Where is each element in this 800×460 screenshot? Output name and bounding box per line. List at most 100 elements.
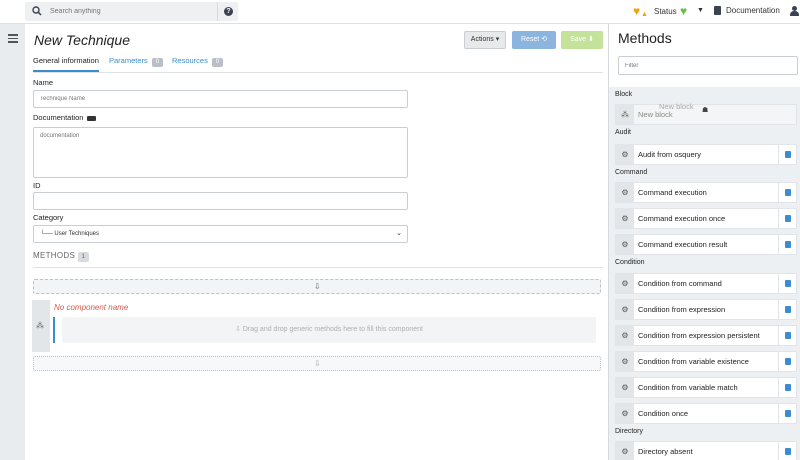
- dragging-label: New block: [659, 102, 694, 111]
- caret-down-icon: ▾: [495, 36, 500, 43]
- heart-ok-icon: ♥: [680, 4, 688, 18]
- id-input[interactable]: [33, 192, 408, 210]
- category-block: Block: [615, 91, 633, 98]
- gear-icon: ⚙: [616, 352, 634, 371]
- doc-icon[interactable]: [778, 300, 797, 319]
- tab-label: Parameters: [109, 56, 148, 65]
- doc-icon[interactable]: [778, 326, 797, 345]
- menu-icon[interactable]: [8, 34, 18, 43]
- search-input[interactable]: [50, 4, 215, 19]
- category-select[interactable]: └── User Techniques ⌄: [33, 225, 408, 243]
- documentation-label: Documentation: [726, 6, 780, 15]
- block-icon: ⁂: [36, 321, 44, 330]
- doc-icon[interactable]: [778, 274, 797, 293]
- method-name: Directory absent: [638, 447, 693, 456]
- methods-filter-input[interactable]: [618, 56, 798, 75]
- actions-button[interactable]: Actions ▾: [464, 31, 506, 49]
- method-name: Condition once: [638, 409, 689, 418]
- undo-icon: ⟲: [541, 36, 548, 43]
- doc-icon[interactable]: [778, 404, 797, 423]
- save-button[interactable]: Save ⬇: [561, 31, 603, 49]
- gear-icon: ⚙: [616, 183, 634, 202]
- markdown-icon: [87, 115, 97, 121]
- method-item[interactable]: ⚙ Command execution result: [615, 234, 797, 255]
- user-icon[interactable]: [790, 6, 799, 16]
- block-icon: ☗: [702, 107, 709, 114]
- method-item[interactable]: ⚙ Audit from osquery: [615, 144, 797, 165]
- methods-divider: [33, 267, 603, 268]
- category-directory: Directory: [615, 428, 644, 435]
- documentation-label-text: Documentation: [33, 113, 84, 122]
- left-rail: [0, 24, 25, 460]
- search-bar[interactable]: ?: [25, 2, 238, 21]
- method-name: Audit from osquery: [638, 150, 701, 159]
- help-icon[interactable]: ?: [224, 7, 233, 16]
- reset-button[interactable]: Reset ⟲: [512, 31, 556, 49]
- tabs-divider: [33, 72, 603, 73]
- top-bar: ? ♥ ▲ Status ♥ ▼ Documentation: [0, 0, 800, 24]
- methods-list[interactable]: Block ⁂ New block New block ☗ Audit ⚙ Aud…: [609, 87, 800, 460]
- method-item[interactable]: ⚙ Condition from variable match: [615, 377, 797, 398]
- methods-panel-title: Methods: [618, 30, 672, 46]
- doc-icon[interactable]: [778, 378, 797, 397]
- tab-count-badge: 0: [211, 58, 223, 67]
- method-dropzone-top[interactable]: ⇩: [33, 279, 601, 294]
- doc-icon[interactable]: [778, 235, 797, 254]
- method-name: Command execution: [638, 188, 707, 197]
- tab-general-information[interactable]: General information: [33, 56, 99, 72]
- method-name: Condition from expression persistent: [638, 331, 760, 340]
- actions-label: Actions: [470, 36, 494, 43]
- method-name: Command execution result: [638, 240, 728, 249]
- drop-icon: ⇩: [235, 326, 243, 333]
- gear-icon: ⚙: [616, 145, 634, 164]
- gear-icon: ⚙: [616, 300, 634, 319]
- method-name: Condition from expression: [638, 305, 726, 314]
- search-icon: [32, 6, 42, 16]
- method-item[interactable]: ⚙ Directory absent: [615, 441, 797, 460]
- method-item[interactable]: ⚙ Condition from expression persistent: [615, 325, 797, 346]
- gear-icon: ⚙: [616, 442, 634, 460]
- gear-icon: ⚙: [616, 326, 634, 345]
- gear-icon: ⚙: [616, 235, 634, 254]
- warning-icon: ▲: [641, 11, 648, 18]
- doc-icon[interactable]: [778, 209, 797, 228]
- methods-count-badge: 1: [78, 252, 90, 262]
- tab-resources[interactable]: Resources 0: [172, 56, 223, 72]
- documentation-textarea[interactable]: [33, 127, 408, 178]
- drop-icon: ⇩: [314, 282, 321, 291]
- technique-name-input[interactable]: [33, 90, 408, 108]
- method-item[interactable]: ⚙ Command execution: [615, 182, 797, 203]
- tab-label: General information: [33, 56, 99, 65]
- method-item[interactable]: ⚙ Condition from command: [615, 273, 797, 294]
- reset-label: Reset: [520, 36, 540, 43]
- gear-icon: ⚙: [616, 209, 634, 228]
- status-label: Status: [654, 7, 677, 16]
- doc-icon[interactable]: [778, 183, 797, 202]
- category-audit: Audit: [615, 129, 631, 136]
- search-divider: [217, 2, 218, 21]
- method-dropzone-bottom[interactable]: ⇩: [33, 356, 601, 371]
- methods-label: METHODS: [33, 251, 76, 260]
- component-placeholder-text: Drag and drop generic methods here to fi…: [242, 326, 423, 333]
- doc-icon[interactable]: [778, 442, 797, 460]
- technique-editor: New Technique Actions ▾ Reset ⟲ Save ⬇ G…: [25, 24, 608, 460]
- heart-warning-icon: ♥: [633, 4, 641, 18]
- method-item[interactable]: ⚙ Condition once: [615, 403, 797, 424]
- page-title: New Technique: [34, 32, 130, 48]
- method-item[interactable]: ⚙ Condition from expression: [615, 299, 797, 320]
- book-icon: [714, 6, 721, 15]
- component-name[interactable]: No component name: [54, 303, 128, 312]
- method-name: Command execution once: [638, 214, 726, 223]
- tab-parameters[interactable]: Parameters 0: [109, 56, 163, 72]
- doc-icon[interactable]: [778, 352, 797, 371]
- methods-header: METHODS 1: [33, 251, 90, 262]
- name-label: Name: [33, 78, 54, 87]
- tab-label: Resources: [172, 56, 208, 65]
- doc-icon[interactable]: [778, 145, 797, 164]
- save-label: Save: [570, 36, 587, 43]
- component-block[interactable]: ⁂ No component name ⇩ Drag and drop gene…: [32, 300, 603, 352]
- component-dropzone[interactable]: ⇩ Drag and drop generic methods here to …: [62, 317, 596, 343]
- block-handle[interactable]: ⁂: [32, 300, 50, 352]
- method-item[interactable]: ⚙ Command execution once: [615, 208, 797, 229]
- method-item[interactable]: ⚙ Condition from variable existence: [615, 351, 797, 372]
